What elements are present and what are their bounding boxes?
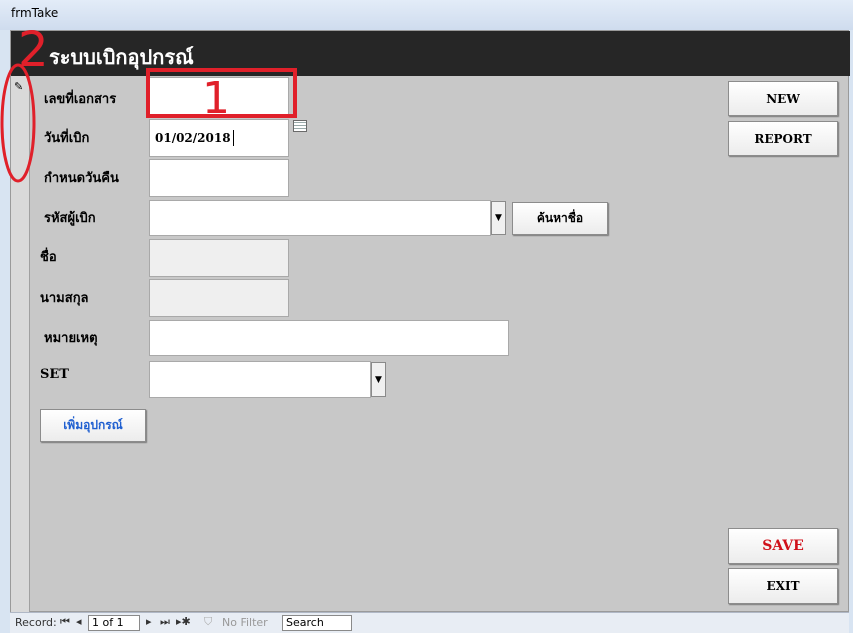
record-navigation-bar: Record: ⏮ ◂ 1 of 1 ▸ ⏭ ▸✱ ⛉ No Filter Se… [10, 612, 849, 633]
last-record-icon[interactable]: ⏭ [160, 615, 170, 629]
first-record-icon[interactable]: ⏮ [60, 615, 70, 629]
next-record-icon[interactable]: ▸ [146, 615, 152, 628]
filter-icon: ⛉ [204, 615, 213, 628]
search-input[interactable]: Search [282, 615, 352, 631]
annotation-number-2: 2 [18, 22, 49, 78]
annotation-ellipse [0, 63, 36, 183]
annotation-marks: 1 2 [0, 22, 230, 183]
new-record-icon[interactable]: ▸✱ [176, 615, 191, 628]
prev-record-icon[interactable]: ◂ [76, 615, 82, 628]
record-label: Record: [15, 616, 57, 629]
no-filter-indicator[interactable]: No Filter [222, 616, 268, 629]
annotation-number-1: 1 [202, 73, 230, 124]
record-position-field[interactable]: 1 of 1 [88, 615, 140, 631]
